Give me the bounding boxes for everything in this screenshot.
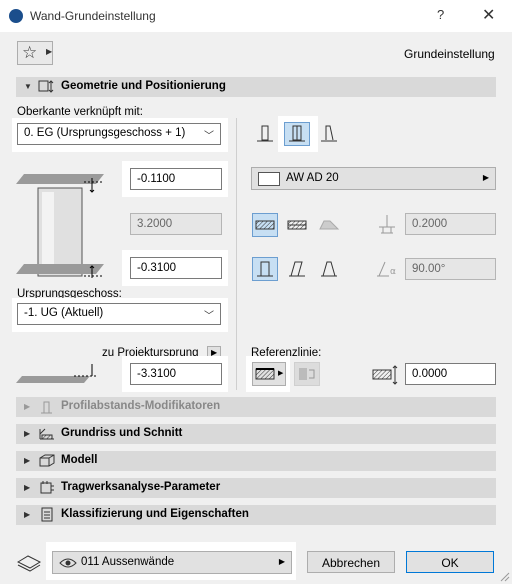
- section-label: Tragwerksanalyse-Parameter: [61, 481, 221, 493]
- structure-basic-button[interactable]: [252, 213, 278, 237]
- help-button[interactable]: ?: [437, 7, 444, 22]
- hatch-profile-icon: [319, 220, 340, 230]
- wall-straight-button[interactable]: [252, 122, 278, 146]
- section-label: Grundriss und Schnitt: [61, 427, 183, 439]
- ref-line-icon: [255, 368, 275, 380]
- star-icon: ☆: [22, 43, 38, 62]
- caret-right-icon: ▶: [278, 370, 284, 377]
- top-link-label: Oberkante verknüpft mit:: [17, 106, 143, 118]
- app-icon: [9, 9, 23, 23]
- ref-line-offset-input[interactable]: 0.0000: [405, 363, 496, 385]
- profile-modifier-icon: [41, 401, 52, 414]
- home-story-value: -1. UG (Aktuell): [24, 307, 104, 319]
- expand-right-icon: ▶: [24, 456, 31, 465]
- section-label: Modell: [61, 454, 98, 466]
- classification-icon: [41, 507, 53, 522]
- model-icon: [39, 454, 55, 467]
- wall-polygon-button[interactable]: [316, 122, 342, 146]
- expand-right-icon: ▶: [24, 429, 31, 438]
- hatch-basic-icon: [255, 220, 275, 230]
- home-story-dropdown[interactable]: -1. UG (Aktuell) ﹀: [17, 303, 221, 325]
- expand-right-icon: ▶: [24, 402, 31, 411]
- slant-angle-input: 90.00°: [405, 258, 496, 280]
- layer-dropdown[interactable]: 011 Aussenwände ▶: [52, 551, 292, 574]
- height-input: 3.2000: [130, 213, 222, 235]
- title-bar: Wand-Grundeinstellung ? ✕: [0, 0, 512, 32]
- section-floorplan[interactable]: ▶ Grundriss und Schnitt: [16, 424, 496, 444]
- bottom-offset-input[interactable]: -0.3100: [130, 257, 222, 279]
- wall-shape-trapezoid-icon: [321, 261, 337, 277]
- wall-shape-slanted-icon: [289, 261, 305, 277]
- wall-center-icon: [289, 125, 305, 142]
- thickness-input: 0.2000: [405, 213, 496, 235]
- expand-right-icon: ▶: [24, 510, 31, 519]
- wall-inside-icon: [321, 125, 337, 142]
- wall-shape-trapezoid-button[interactable]: [316, 257, 342, 281]
- ref-line-dropdown[interactable]: ▶: [252, 362, 286, 386]
- favorites-button[interactable]: ☆ ▶: [17, 41, 53, 65]
- ref-line-offset-value: 0.0000: [412, 368, 448, 380]
- section-label: Profilabstands-Modifikatoren: [61, 400, 221, 412]
- wall-trapezoid-button[interactable]: [284, 122, 310, 146]
- resize-grip-icon[interactable]: [500, 572, 510, 582]
- project-zero-value: -3.3100: [137, 368, 177, 380]
- composite-value: AW AD 20: [286, 172, 339, 184]
- wall-straight-icon: [257, 125, 273, 142]
- section-label: Klassifizierung und Eigenschaften: [61, 508, 249, 520]
- cancel-button[interactable]: Abbrechen: [307, 551, 395, 573]
- window-title: Wand-Grundeinstellung: [30, 9, 156, 23]
- top-link-dropdown[interactable]: 0. EG (Ursprungsgeschoss + 1) ﹀: [17, 123, 221, 145]
- preset-label: Grundeinstellung: [404, 47, 495, 61]
- expand-down-icon: ▼: [24, 82, 32, 91]
- wall-height-diagram-icon: [16, 174, 104, 278]
- chevron-down-icon: ﹀: [204, 311, 214, 322]
- flip-icon: [299, 368, 315, 380]
- thickness-icon: [379, 215, 395, 234]
- slant-angle-icon: α: [377, 261, 396, 277]
- wall-shape-straight-button[interactable]: [252, 257, 278, 281]
- eye-icon: [59, 558, 77, 568]
- section-label: Geometrie und Positionierung: [61, 80, 226, 92]
- hatch-composite-icon: [287, 220, 307, 230]
- project-zero-input[interactable]: -3.3100: [130, 363, 222, 385]
- wall-shape-straight-icon: [257, 261, 273, 277]
- expand-right-icon: ▶: [24, 483, 31, 492]
- chevron-down-icon: ﹀: [204, 131, 214, 142]
- caret-right-icon: ▶: [46, 47, 53, 56]
- top-offset-input[interactable]: -0.1100: [130, 168, 222, 190]
- flip-direction-button: [294, 362, 320, 386]
- caret-right-icon: ▶: [482, 173, 489, 182]
- section-profile[interactable]: ▶ Profilabstands-Modifikatoren: [16, 397, 496, 417]
- section-model[interactable]: ▶ Modell: [16, 451, 496, 471]
- geometry-icon: [38, 80, 54, 93]
- ref-offset-icon: [372, 365, 398, 385]
- section-classification[interactable]: ▶ Klassifizierung und Eigenschaften: [16, 505, 496, 525]
- bottom-offset-value: -0.3100: [137, 262, 177, 274]
- wall-shape-slanted-button[interactable]: [284, 257, 310, 281]
- composite-swatch-icon: [258, 172, 280, 186]
- structure-profile-button: [316, 213, 342, 237]
- section-structural[interactable]: ▶ Tragwerksanalyse-Parameter: [16, 478, 496, 498]
- layer-stack-icon: [16, 555, 42, 572]
- structure-composite-button[interactable]: [284, 213, 310, 237]
- floorplan-section-icon: [39, 428, 54, 440]
- column-separator: [236, 118, 237, 390]
- slant-angle-value: 90.00°: [412, 263, 446, 275]
- caret-right-icon: ▶: [278, 557, 285, 566]
- thickness-value: 0.2000: [412, 218, 448, 230]
- ok-button[interactable]: OK: [406, 551, 494, 573]
- section-geometry[interactable]: ▼ Geometrie und Positionierung: [16, 77, 496, 97]
- top-offset-value: -0.1100: [137, 173, 176, 185]
- svg-text:α: α: [390, 267, 396, 277]
- top-link-value: 0. EG (Ursprungsgeschoss + 1): [24, 127, 186, 139]
- project-zero-icon: [16, 364, 98, 383]
- composite-dropdown[interactable]: AW AD 20 ▶: [251, 167, 496, 190]
- height-value: 3.2000: [137, 218, 173, 230]
- structural-analysis-icon: [40, 481, 54, 494]
- layer-value: 011 Aussenwände: [81, 556, 175, 568]
- close-button[interactable]: ✕: [482, 5, 495, 25]
